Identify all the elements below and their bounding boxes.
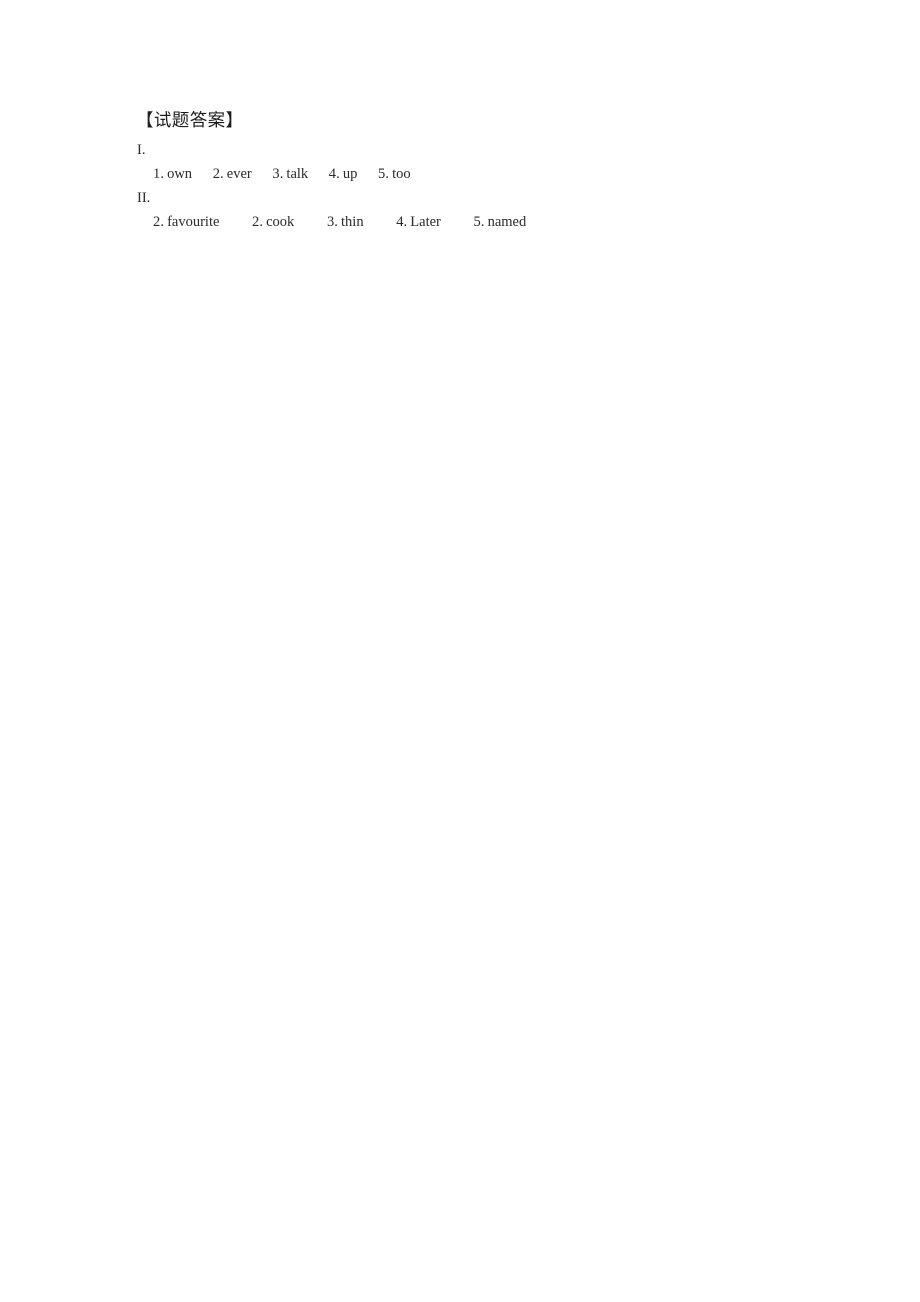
answer-word: own [167,166,193,182]
answer-number: 5. [378,166,390,182]
answer-number: 1. [153,166,165,182]
answer-word: thin [341,214,364,230]
answer-number: 2. [252,214,264,230]
answer-item: 4. Later [396,212,441,232]
answer-item: 1. own [153,164,192,184]
answer-item: 3. talk [272,164,308,184]
answer-word: favourite [167,214,220,230]
answer-line-2: 2. favourite 2. cook 3. thin 4. Later 5. name… [153,212,526,232]
page-title: 【试题答案】 [136,111,244,131]
answer-section-2: II. 2. favourite 2. cook 3. thin 4. Later 5.… [137,189,526,232]
answer-word: too [392,166,411,182]
answer-item: 3. thin [327,212,364,232]
answer-item: 5. named [474,212,527,232]
answer-word: Later [410,214,441,230]
answer-item: 2. ever [213,164,252,184]
answer-section-1: I. 1. own 2. ever 3. talk 4. up 5. too [137,141,411,184]
answer-number: 3. [272,166,284,182]
answer-line-1: 1. own 2. ever 3. talk 4. up 5. too [153,164,411,184]
answer-item: 5. too [378,164,411,184]
document-page: 【试题答案】 I. 1. own 2. ever 3. talk 4. up 5. too… [0,0,920,1302]
answer-word: up [342,166,358,182]
answer-word: talk [286,166,309,182]
answer-number: 5. [473,214,485,230]
answer-number: 4. [328,166,340,182]
answer-word: named [487,214,527,230]
answer-word: cook [266,214,295,230]
answer-number: 2. [153,214,165,230]
answer-number: 4. [396,214,408,230]
answer-number: 2. [212,166,224,182]
answer-item: 2. favourite [153,212,219,232]
answer-number: 3. [326,214,339,230]
section-label-2: II. [137,190,151,206]
answer-item: 4. up [329,164,358,184]
answer-item: 2. cook [252,212,294,232]
section-label-1: I. [137,142,146,158]
answer-word: ever [226,166,252,182]
